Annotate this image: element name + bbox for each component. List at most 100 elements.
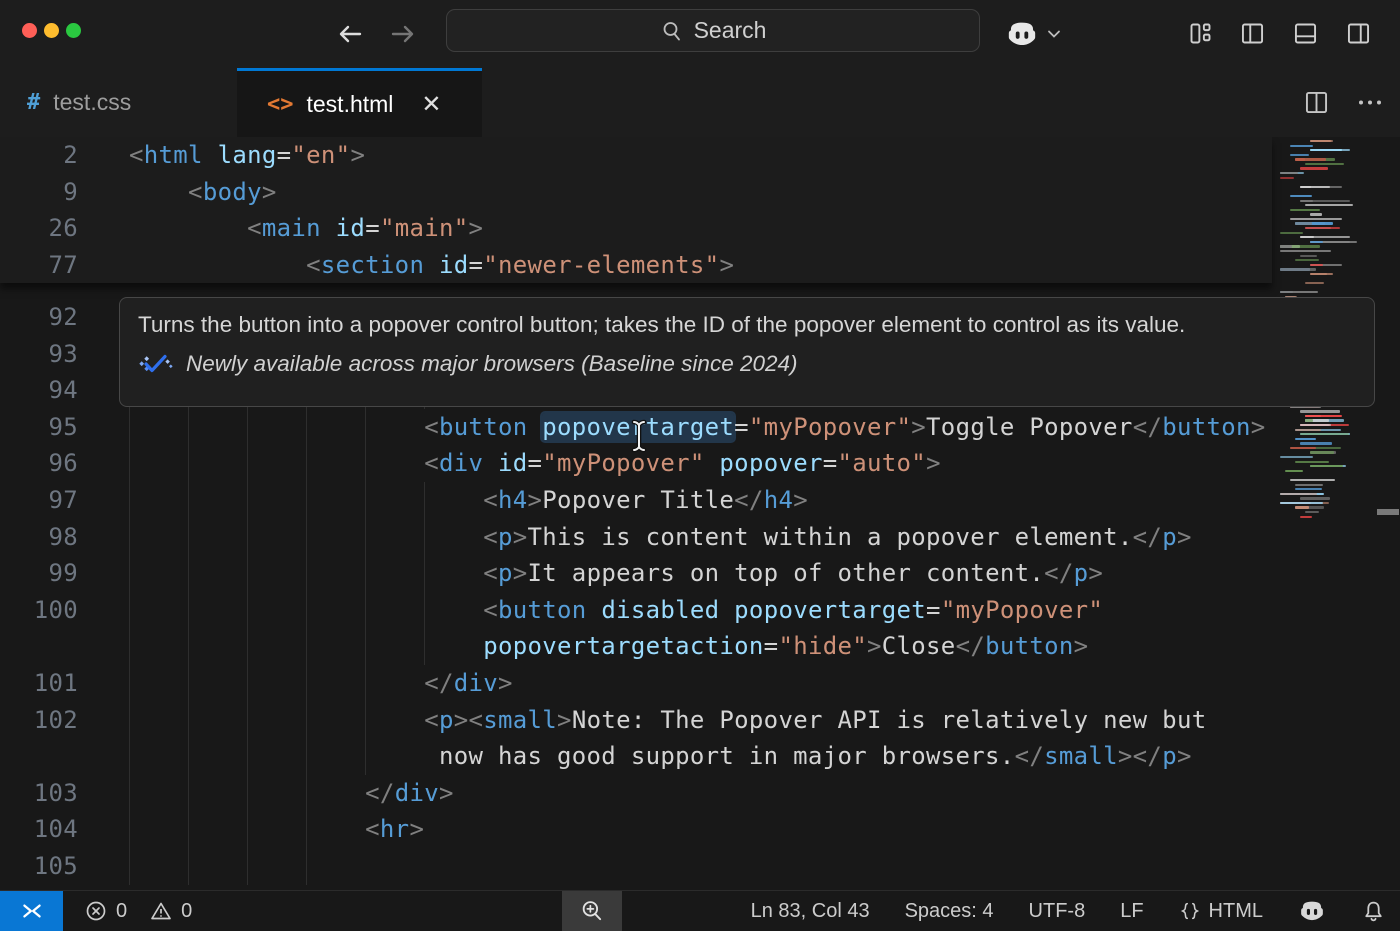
code-token: < (483, 523, 498, 551)
code-token: < (424, 706, 439, 734)
traffic-light-zoom[interactable] (66, 23, 81, 38)
code-line[interactable]: 99 <p>It appears on top of other content… (0, 555, 1400, 592)
code-token: Toggle Popover (926, 413, 1133, 441)
code-line[interactable]: now has good support in major browsers.<… (0, 738, 1400, 775)
line-number[interactable]: 101 (0, 665, 78, 702)
minimap-line (1290, 479, 1335, 481)
code-line[interactable]: 2<html lang="en"> (0, 137, 1272, 174)
code-line[interactable]: 9 <body> (0, 174, 1272, 211)
cursor-position-item[interactable]: Ln 83, Col 43 (751, 900, 870, 923)
tab-test-html[interactable]: <> test.html ✕ (237, 68, 482, 137)
line-content: <body> (129, 174, 277, 211)
code-token: "newer-elements" (483, 251, 719, 279)
line-number[interactable]: 94 (0, 372, 78, 409)
close-icon[interactable]: ✕ (421, 90, 441, 119)
sticky-scroll[interactable]: 2<html lang="en">9 <body>26 <main id="ma… (0, 137, 1272, 283)
code-token: < (483, 596, 498, 624)
minimap-line (1310, 213, 1322, 215)
code-line[interactable]: 101 </div> (0, 665, 1400, 702)
code-line[interactable]: 96 <div id="myPopover" popover="auto"> (0, 445, 1400, 482)
tooltip-description: Turns the button into a popover control … (138, 312, 1356, 338)
traffic-light-close[interactable] (22, 23, 37, 38)
line-number[interactable]: 97 (0, 482, 78, 519)
more-actions-icon[interactable] (1356, 89, 1384, 116)
code-token: body (203, 178, 262, 206)
line-number[interactable]: 103 (0, 775, 78, 812)
code-line[interactable]: 95 <button popovertarget="myPopover">Tog… (0, 409, 1400, 446)
line-content: <button popovertarget="myPopover">Toggle… (129, 409, 1266, 446)
line-number[interactable]: 93 (0, 336, 78, 373)
status-bar: 0 0 Ln 83, Col 43 Spaces: 4 UTF-8 LF HTM… (0, 890, 1400, 931)
line-number[interactable]: 77 (0, 247, 78, 284)
code-token: It appears on top of other content. (528, 559, 1045, 587)
line-content: <hr> (129, 811, 424, 848)
line-number[interactable]: 92 (0, 299, 78, 336)
screencast-zoom-button[interactable] (562, 891, 622, 931)
encoding-item[interactable]: UTF-8 (1029, 900, 1086, 923)
minimap-line (1295, 259, 1319, 261)
code-token: </ (956, 632, 986, 660)
notifications-bell-icon[interactable] (1361, 899, 1386, 924)
copilot-status-icon[interactable] (1298, 897, 1326, 925)
line-number[interactable]: 104 (0, 811, 78, 848)
minimap-line (1295, 461, 1329, 463)
search-input[interactable]: Search (446, 9, 980, 52)
code-token: < (483, 486, 498, 514)
line-number[interactable]: 9 (0, 174, 78, 211)
line-number[interactable]: 96 (0, 445, 78, 482)
back-arrow-icon[interactable] (333, 17, 367, 51)
line-number[interactable]: 105 (0, 848, 78, 885)
customize-layout-icon[interactable] (1187, 20, 1214, 47)
code-line[interactable]: 98 <p>This is content within a popover e… (0, 519, 1400, 556)
code-token: < (483, 559, 498, 587)
line-number[interactable]: 100 (0, 592, 78, 629)
code-token: = (277, 141, 292, 169)
code-line[interactable]: 104 <hr> (0, 811, 1400, 848)
code-token: < (247, 214, 262, 242)
indentation-item[interactable]: Spaces: 4 (905, 900, 994, 923)
code-line[interactable]: popovertargetaction="hide">Close</button… (0, 628, 1400, 665)
code-token: > (1074, 632, 1089, 660)
line-number[interactable]: 2 (0, 137, 78, 174)
toggle-panel-icon[interactable] (1292, 20, 1319, 47)
line-number[interactable]: 99 (0, 555, 78, 592)
traffic-light-minimize[interactable] (44, 23, 59, 38)
code-token: main (262, 214, 321, 242)
code-token (719, 596, 734, 624)
forward-arrow-icon[interactable] (386, 17, 420, 51)
copilot-icon (1005, 17, 1039, 51)
language-mode-item[interactable]: HTML (1179, 900, 1263, 923)
minimap-line (1300, 255, 1317, 257)
code-token: = (528, 449, 543, 477)
code-line[interactable]: 100 <button disabled popovertarget="myPo… (0, 592, 1400, 629)
code-token: > (513, 559, 528, 587)
code-line[interactable]: 103 </div> (0, 775, 1400, 812)
code-line[interactable]: 97 <h4>Popover Title</h4> (0, 482, 1400, 519)
toggle-secondary-sidebar-icon[interactable] (1345, 20, 1372, 47)
warning-count: 0 (181, 900, 192, 923)
code-line[interactable]: 77 <section id="newer-elements"> (0, 247, 1272, 284)
code-token: > (350, 141, 365, 169)
remote-indicator-button[interactable] (0, 891, 63, 931)
tab-test-css[interactable]: # test.css (0, 68, 237, 137)
problems-button[interactable]: 0 0 (84, 891, 192, 931)
line-number[interactable]: 95 (0, 409, 78, 446)
eol-item[interactable]: LF (1120, 900, 1143, 923)
hover-tooltip: Turns the button into a popover control … (119, 297, 1375, 407)
split-editor-icon[interactable] (1303, 89, 1330, 116)
code-line[interactable]: 105 (0, 848, 1400, 885)
line-number[interactable]: 26 (0, 210, 78, 247)
toggle-primary-sidebar-icon[interactable] (1239, 20, 1266, 47)
line-number[interactable]: 102 (0, 702, 78, 739)
code-editor[interactable]: 92939495 <button popovertarget="myPopove… (0, 137, 1400, 890)
tab-label: test.css (53, 89, 131, 116)
minimap-line (1280, 502, 1323, 504)
line-content: <section id="newer-elements"> (129, 247, 734, 284)
code-line[interactable]: 26 <main id="main"> (0, 210, 1272, 247)
copilot-menu-button[interactable] (1005, 17, 1063, 51)
code-line[interactable]: 102 <p><small>Note: The Popover API is r… (0, 702, 1400, 739)
code-token: > (528, 486, 543, 514)
minimap-line (1290, 209, 1320, 211)
code-token: button (985, 632, 1074, 660)
line-number[interactable]: 98 (0, 519, 78, 556)
